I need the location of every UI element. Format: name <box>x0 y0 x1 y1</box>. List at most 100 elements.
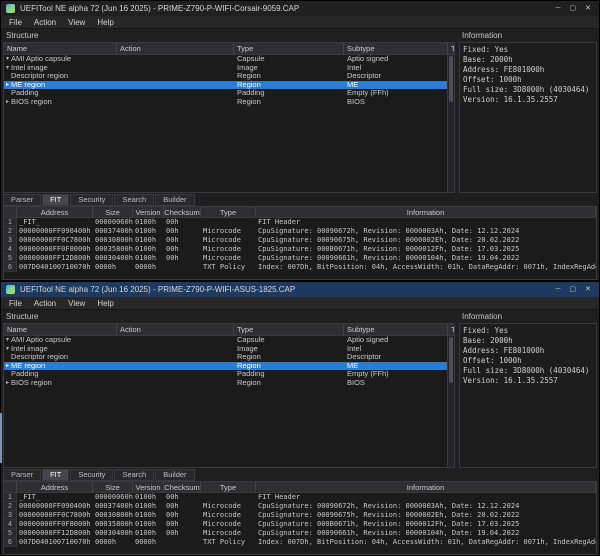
expander-closed-icon[interactable]: ▸ <box>4 98 11 107</box>
tree-row-padding[interactable]: Padding Padding Empty (FFh) <box>4 370 454 379</box>
tree-col-name[interactable]: Name <box>4 43 117 54</box>
tab-fit[interactable]: FIT <box>42 469 69 481</box>
fit-cell-address: 00000000FF12D800h <box>17 529 93 538</box>
fit-row[interactable]: 5 00000000FF12D800h 00030400h 0100h 00h … <box>4 529 596 538</box>
scrollbar-thumb[interactable] <box>449 337 453 383</box>
fit-row[interactable]: 6 007D040100710070h 0000h 0000h TXT Poli… <box>4 263 596 272</box>
tab-search[interactable]: Search <box>114 469 154 481</box>
tab-builder[interactable]: Builder <box>155 469 194 481</box>
tree-row-capsule[interactable]: ▾AMI Aptio capsule Capsule Aptio signed <box>4 336 454 345</box>
fit-col-version[interactable]: Version <box>133 207 164 217</box>
fit-row[interactable]: 4 00000000FF0F8000h 00035800h 0100h 00h … <box>4 520 596 529</box>
tab-security[interactable]: Security <box>70 469 113 481</box>
tree-row-descriptor-region[interactable]: Descriptor region Region Descriptor <box>4 72 454 81</box>
fit-col-information[interactable]: Information <box>256 207 596 217</box>
expander-closed-icon[interactable]: ▸ <box>4 81 11 90</box>
expander-closed-icon[interactable]: ▸ <box>4 379 11 388</box>
tree-scrollbar[interactable] <box>447 336 454 467</box>
fit-col-address[interactable]: Address <box>17 207 93 217</box>
maximize-button[interactable]: ▢ <box>570 1 577 16</box>
row-number: 2 <box>4 227 17 236</box>
tree-col-text[interactable]: Te <box>448 43 455 54</box>
tree-cell-subtype: Descriptor <box>344 353 448 362</box>
menu-file[interactable]: File <box>3 299 28 308</box>
fit-cell-size: 00030800h <box>93 236 133 245</box>
fit-cell-size: 0000h <box>93 263 133 272</box>
scrollbar-thumb[interactable] <box>449 56 453 102</box>
menu-action[interactable]: Action <box>28 18 62 27</box>
row-number: 5 <box>4 529 17 538</box>
close-button[interactable]: ✕ <box>585 282 591 297</box>
tree-row-intel-image[interactable]: ▾Intel image Image Intel <box>4 64 454 73</box>
tree-col-type[interactable]: Type <box>234 324 344 335</box>
tree-col-action[interactable]: Action <box>117 324 234 335</box>
fit-cell-type: Microcode <box>201 245 256 254</box>
tab-builder[interactable]: Builder <box>155 194 194 206</box>
expander-closed-icon[interactable]: ▸ <box>4 362 11 371</box>
tree-row-bios-region[interactable]: ▸BIOS region Region BIOS <box>4 379 454 388</box>
fit-cell-checksum: 00h <box>164 511 201 520</box>
fit-col-type[interactable]: Type <box>201 207 256 217</box>
fit-col-version[interactable]: Version <box>133 482 164 492</box>
fit-row[interactable]: 2 00000000FF090400h 00037400h 0100h 00h … <box>4 227 596 236</box>
structure-tree: Name Action Type Subtype Te ▾AMI Aptio c… <box>3 42 455 193</box>
tree-col-subtype[interactable]: Subtype <box>344 324 448 335</box>
fit-cell-checksum: 00h <box>164 254 201 263</box>
tab-parser[interactable]: Parser <box>3 194 41 206</box>
fit-col-information[interactable]: Information <box>256 482 596 492</box>
expander-open-icon[interactable]: ▾ <box>4 345 11 354</box>
expander-open-icon[interactable]: ▾ <box>4 55 11 64</box>
tab-parser[interactable]: Parser <box>3 469 41 481</box>
tree-col-action[interactable]: Action <box>117 43 234 54</box>
minimize-button[interactable]: ─ <box>556 1 561 16</box>
fit-cell-type: TXT Policy <box>201 263 256 272</box>
tree-col-text[interactable]: Te <box>448 324 455 335</box>
tree-cell-type: Region <box>234 98 344 107</box>
menu-view[interactable]: View <box>62 18 91 27</box>
minimize-button[interactable]: ─ <box>556 282 561 297</box>
close-button[interactable]: ✕ <box>585 1 591 16</box>
tree-col-name[interactable]: Name <box>4 324 117 335</box>
expander-open-icon[interactable]: ▾ <box>4 64 11 73</box>
maximize-button[interactable]: ▢ <box>570 282 577 297</box>
tree-col-type[interactable]: Type <box>234 43 344 54</box>
fit-row[interactable]: 6 007D040100710070h 0000h 0000h TXT Poli… <box>4 538 596 547</box>
fit-row[interactable]: 1 _FIT_ 00000060h 0100h 00h FIT Header <box>4 493 596 502</box>
tree-row-descriptor-region[interactable]: Descriptor region Region Descriptor <box>4 353 454 362</box>
fit-row[interactable]: 2 00000000FF090400h 00037400h 0100h 00h … <box>4 502 596 511</box>
tree-scrollbar[interactable] <box>447 55 454 192</box>
menu-file[interactable]: File <box>3 18 28 27</box>
info-fixed: Fixed: Yes <box>463 45 593 55</box>
tree-row-padding[interactable]: Padding Padding Empty (FFh) <box>4 89 454 98</box>
titlebar[interactable]: UEFITool NE alpha 72 (Jun 16 2025) - PRI… <box>1 282 599 297</box>
fit-row[interactable]: 3 00000000FF0C7800h 00030800h 0100h 00h … <box>4 511 596 520</box>
fit-row[interactable]: 5 00000000FF12D800h 00030400h 0100h 00h … <box>4 254 596 263</box>
fit-col-size[interactable]: Size <box>93 482 133 492</box>
fit-col-checksum[interactable]: Checksum <box>164 482 201 492</box>
fit-cell-size: 0000h <box>93 538 133 547</box>
menu-action[interactable]: Action <box>28 299 62 308</box>
fit-col-size[interactable]: Size <box>93 207 133 217</box>
fit-row[interactable]: 3 00000000FF0C7800h 00030800h 0100h 00h … <box>4 236 596 245</box>
fit-table: Address Size Version Checksum Type Infor… <box>3 481 597 555</box>
tree-row-bios-region[interactable]: ▸BIOS region Region BIOS <box>4 98 454 107</box>
titlebar[interactable]: UEFITool NE alpha 72 (Jun 16 2025) - PRI… <box>1 1 599 16</box>
fit-row[interactable]: 1 _FIT_ 00000060h 0100h 00h FIT Header <box>4 218 596 227</box>
tab-fit[interactable]: FIT <box>42 194 69 206</box>
menu-help[interactable]: Help <box>91 18 119 27</box>
tab-search[interactable]: Search <box>114 194 154 206</box>
fit-col-address[interactable]: Address <box>17 482 93 492</box>
menu-help[interactable]: Help <box>91 299 119 308</box>
fit-col-type[interactable]: Type <box>201 482 256 492</box>
tree-row-me-region[interactable]: ▸ME region Region ME <box>4 362 454 371</box>
tree-item-label: Intel image <box>11 64 48 73</box>
tree-row-intel-image[interactable]: ▾Intel image Image Intel <box>4 345 454 354</box>
tree-row-me-region[interactable]: ▸ME region Region ME <box>4 81 454 90</box>
fit-col-checksum[interactable]: Checksum <box>164 207 201 217</box>
tree-col-subtype[interactable]: Subtype <box>344 43 448 54</box>
fit-row[interactable]: 4 00000000FF0F8000h 00035800h 0100h 00h … <box>4 245 596 254</box>
menu-view[interactable]: View <box>62 299 91 308</box>
expander-open-icon[interactable]: ▾ <box>4 336 11 345</box>
tree-row-capsule[interactable]: ▾AMI Aptio capsule Capsule Aptio signed <box>4 55 454 64</box>
tab-security[interactable]: Security <box>70 194 113 206</box>
